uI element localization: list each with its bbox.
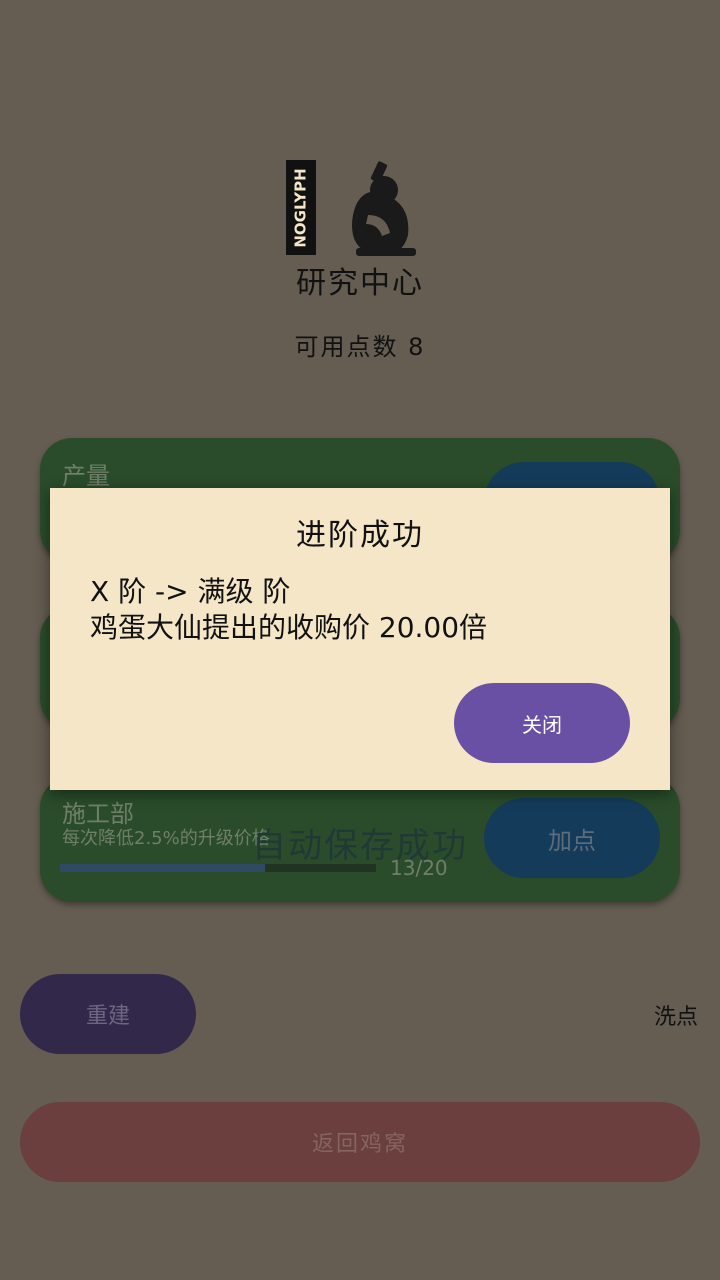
dialog-line-rank: X 阶 -> 满级 阶 — [90, 575, 291, 608]
add-point-button[interactable]: 加点 — [484, 798, 660, 878]
rebuild-button[interactable]: 重建 — [20, 974, 196, 1054]
advance-success-dialog: 进阶成功 X 阶 -> 满级 阶 鸡蛋大仙提出的收购价 20.00倍 关闭 — [50, 488, 670, 790]
progress-bar — [60, 864, 376, 872]
upgrade-card-construction: 施工部 每次降低2.5%的升级价格 13/20 加点 — [40, 776, 680, 902]
page-title: 研究中心 — [296, 266, 424, 301]
card-name: 产量 — [62, 462, 110, 490]
dialog-line-price: 鸡蛋大仙提出的收购价 20.00倍 — [90, 611, 488, 644]
microscope-icon — [352, 161, 416, 256]
close-button[interactable]: 关闭 — [454, 683, 630, 763]
progress-fill — [60, 864, 266, 872]
available-points: 可用点数 8 — [294, 333, 426, 361]
wash-points-button[interactable]: 洗点 — [654, 999, 698, 1031]
logo-text: NOGLYPH — [292, 168, 310, 247]
dialog-title: 进阶成功 — [296, 518, 424, 553]
progress-label: 13/20 — [390, 856, 448, 880]
back-button[interactable]: 返回鸡窝 — [20, 1102, 700, 1182]
card-description: 每次降低2.5%的升级价格 — [62, 828, 270, 849]
noglyph-logo: NOGLYPH — [286, 160, 416, 256]
